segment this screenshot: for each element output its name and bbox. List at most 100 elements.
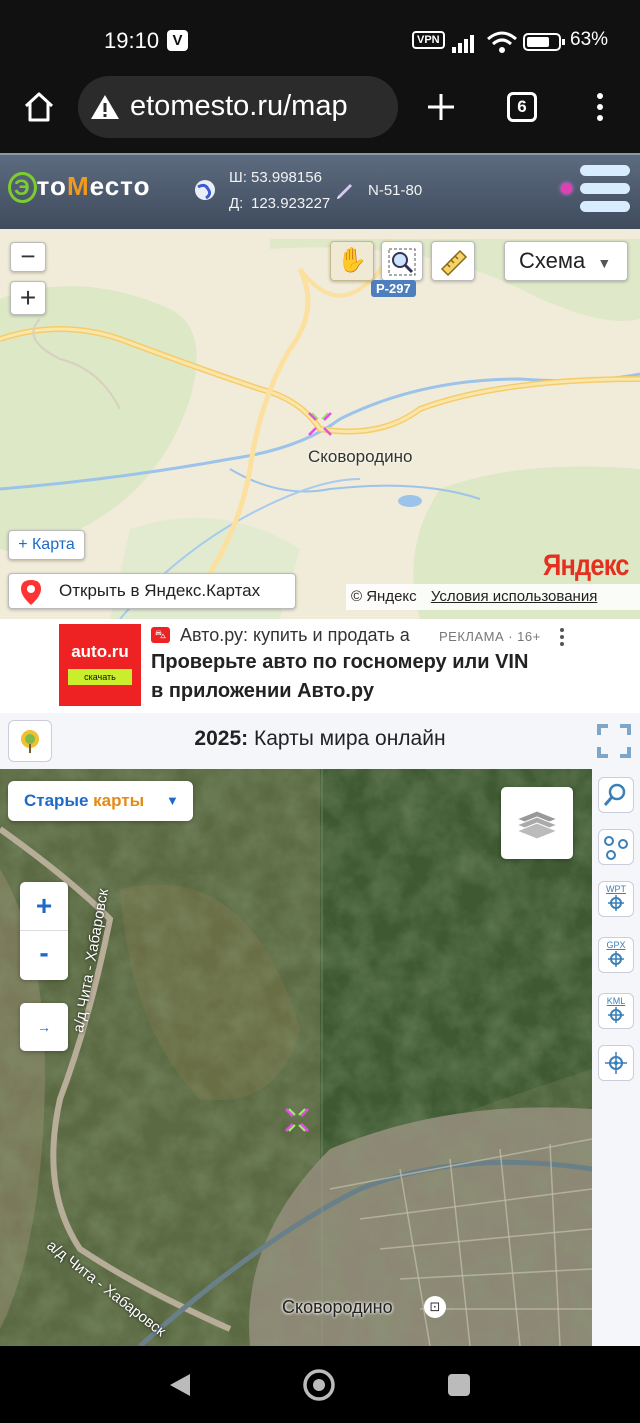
wifi-icon [487, 31, 517, 53]
gpx-label: GPX [606, 940, 626, 950]
layers-button[interactable] [501, 787, 573, 859]
kml-tool[interactable]: KML [598, 993, 634, 1029]
points-tool[interactable] [598, 829, 634, 865]
menu-kebab-icon[interactable] [590, 90, 610, 124]
clock: 19:10 [104, 28, 160, 53]
search-icon [603, 783, 626, 806]
sat-city-label: Сковородино [282, 1297, 393, 1317]
logo-e: Э [8, 172, 37, 203]
add-map-button[interactable]: + Карта [8, 530, 85, 560]
kml-label: KML [606, 996, 626, 1006]
map-sheet-code[interactable]: N-51-80 [368, 182, 422, 199]
longitude-label: Д: [229, 195, 244, 212]
layer-select-value: Схема [519, 248, 586, 273]
ad-source: Авто.ру: купить и продать а [180, 625, 410, 645]
vpn-badge: VPN [412, 31, 445, 49]
yandex-logo: Яндекс [543, 549, 629, 582]
railway-station-icon: ⊡ [424, 1296, 446, 1318]
zoom-area-icon [388, 248, 416, 276]
ymap-layer-select[interactable]: Схема ▼ [504, 241, 628, 281]
locate-tool[interactable] [598, 1045, 634, 1081]
browser-toolbar: etomesto.ru/map 6 [0, 76, 640, 153]
gpx-tool[interactable]: GPX [598, 937, 634, 973]
yandex-map[interactable]: − + ✋ Схема ▼ Р-297 Сковородино + Карта … [0, 229, 640, 619]
sat-arrow-button[interactable]: → [20, 1003, 68, 1051]
signal-icon [452, 35, 474, 53]
logo-esto: есто [89, 171, 151, 201]
ymap-zoom-in-button[interactable]: + [10, 281, 46, 315]
world-year: 2025: [194, 727, 249, 750]
fullscreen-icon[interactable] [596, 723, 632, 759]
status-dot [561, 183, 572, 194]
ad-title-line2: в приложении Авто.ру [151, 680, 374, 702]
ymap-ruler-button[interactable] [431, 241, 475, 281]
old-maps-word2: карты [93, 791, 145, 810]
chevron-down-icon: ▼ [166, 793, 179, 808]
world-maps-title: 2025: Карты мира онлайн [0, 727, 640, 751]
wpt-tool[interactable]: WPT [598, 881, 634, 917]
center-crosshair-icon [308, 412, 332, 436]
wpt-target-icon [608, 895, 624, 911]
city-label: Сковородино [308, 447, 413, 466]
latitude-label: Ш: [229, 169, 247, 186]
longitude-value: 123.923227 [251, 195, 331, 212]
hand-icon: ✋ [337, 247, 367, 274]
world-title-text: Карты мира онлайн [253, 727, 446, 750]
latitude-value: 53.998156 [251, 169, 322, 186]
advertisement[interactable]: auto.ru скачать ⛍ Авто.ру: купить и прод… [0, 619, 640, 713]
satellite-map[interactable]: Старые карты ▼ + - → а/д Чита - Хабаровс… [0, 769, 592, 1346]
logo-to: то [36, 171, 67, 201]
world-maps-bar: 2025: Карты мира онлайн [0, 713, 640, 769]
sat-crosshair-icon [284, 1107, 310, 1133]
sat-zoom-control: + - [20, 882, 68, 980]
sat-zoom-out-button[interactable]: - [20, 931, 68, 979]
warning-icon[interactable] [90, 93, 120, 121]
home-circle-icon[interactable] [302, 1368, 336, 1402]
terms-link[interactable]: Условия использования [431, 588, 598, 605]
ymap-pan-button[interactable]: ✋ [330, 241, 374, 281]
ad-menu-icon[interactable] [558, 627, 566, 647]
crosshair-locate-icon [605, 1052, 627, 1074]
hamburger-menu-icon[interactable] [580, 163, 630, 219]
globe-icon[interactable] [194, 179, 216, 201]
ad-logo-text: auto.ru [71, 642, 129, 661]
yandex-maps-pin-icon [21, 580, 41, 605]
old-maps-word1: Старые [24, 791, 89, 810]
wpt-label: WPT [606, 884, 626, 894]
search-tool[interactable] [598, 777, 634, 813]
gpx-target-icon [608, 951, 624, 967]
layers-icon [515, 810, 559, 840]
right-toolbar: WPT GPX KML [592, 769, 640, 1346]
pencil-icon[interactable] [335, 179, 355, 199]
open-in-yandex-label: Открыть в Яндекс.Картах [59, 581, 261, 600]
address-bar[interactable]: etomesto.ru/map [78, 76, 398, 138]
yandex-attribution: © Яндекс Условия использования [346, 584, 640, 610]
back-icon[interactable] [168, 1372, 192, 1398]
yandex-copyright: © Яндекс [351, 588, 417, 605]
site-logo[interactable]: ЭтоМесто [8, 171, 151, 203]
new-tab-icon[interactable] [424, 90, 458, 124]
tabs-button[interactable]: 6 [507, 92, 537, 122]
ymap-magnifier-button[interactable] [381, 241, 423, 281]
road-number-badge: Р-297 [371, 280, 416, 297]
ad-label: РЕКЛАМА · 16+ [439, 629, 541, 644]
battery-icon [523, 33, 565, 51]
ad-logo-button: скачать [68, 669, 132, 685]
app-notification-icon: V [167, 30, 188, 51]
logo-m: М [66, 171, 90, 201]
status-bar: 19:10 V VPN 63% [0, 0, 640, 76]
recents-icon[interactable] [446, 1372, 472, 1398]
ad-logo[interactable]: auto.ru скачать [59, 624, 141, 706]
url-text: etomesto.ru/map [130, 90, 348, 122]
android-nav-bar [0, 1346, 640, 1423]
waypoints-icon [604, 836, 628, 860]
ymap-zoom-out-button[interactable]: − [10, 242, 46, 272]
open-in-yandex-maps-button[interactable]: Открыть в Яндекс.Картах [8, 573, 296, 609]
kml-target-icon [608, 1007, 624, 1023]
home-icon[interactable] [22, 90, 56, 124]
sat-zoom-in-button[interactable]: + [20, 882, 68, 931]
ruler-icon [440, 249, 468, 277]
chevron-down-icon: ▼ [597, 255, 612, 271]
old-maps-select[interactable]: Старые карты ▼ [8, 781, 193, 821]
battery-percent: 63% [570, 29, 609, 50]
